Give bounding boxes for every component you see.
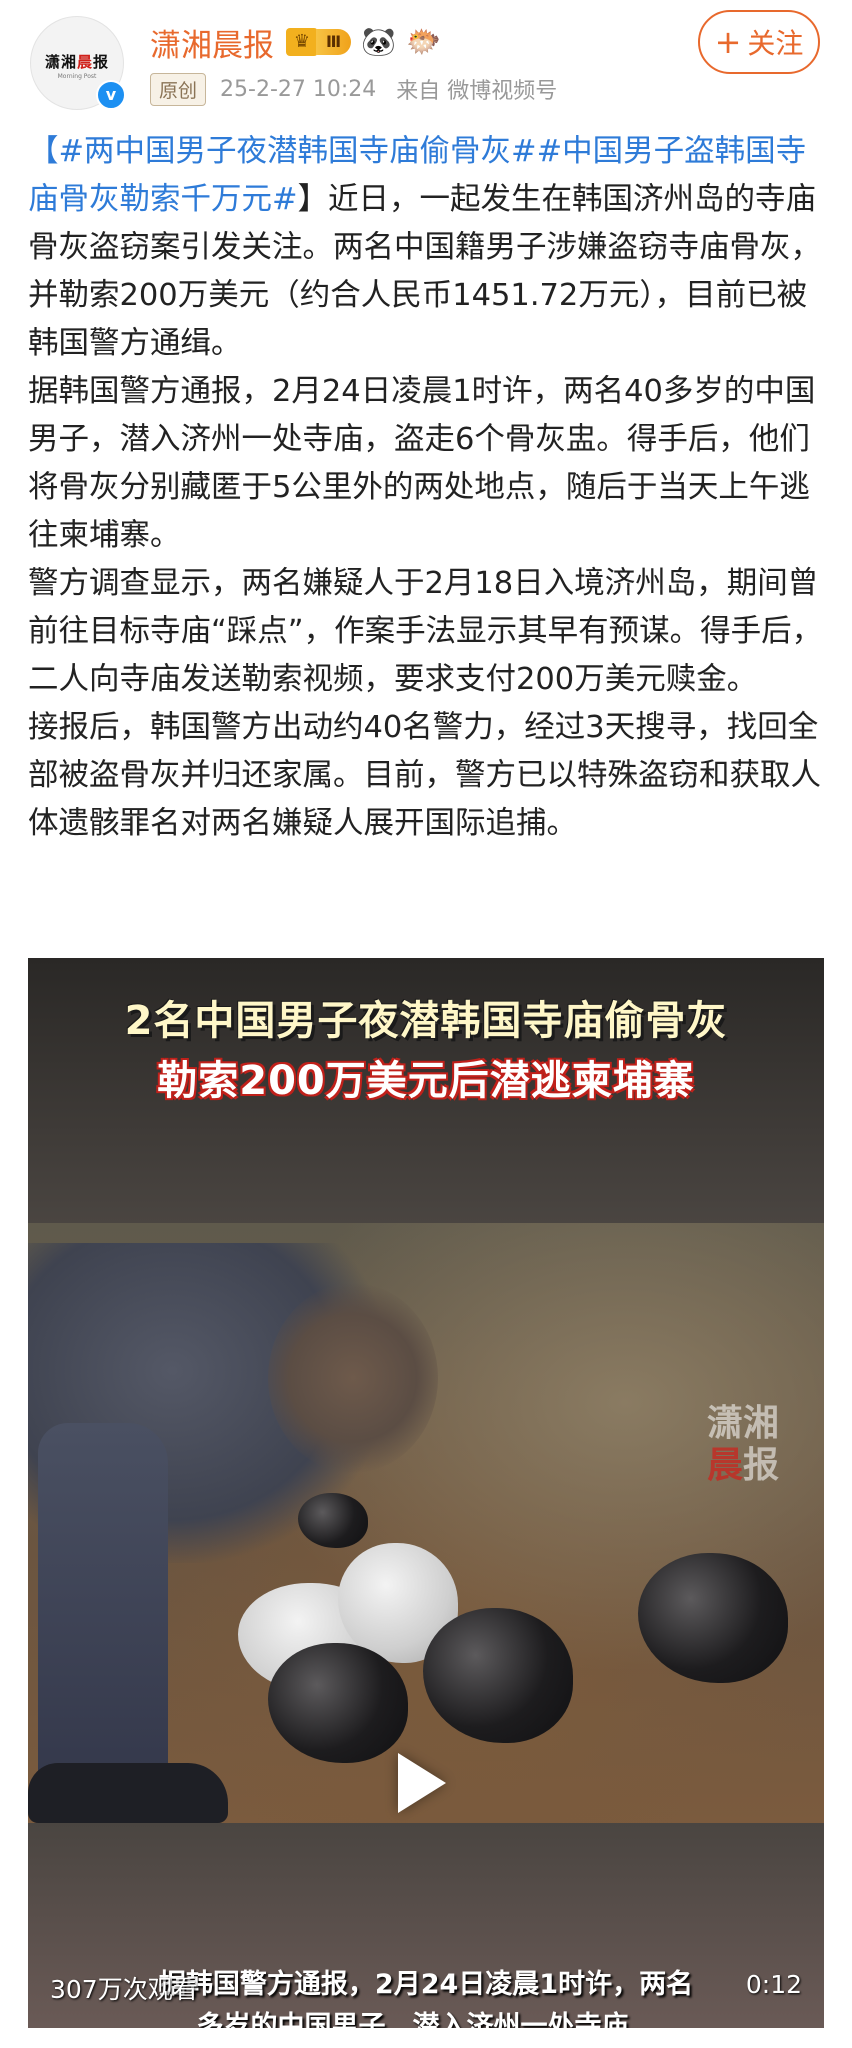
black-bag — [638, 1553, 788, 1683]
post-source[interactable]: 来自 微博视频号 — [396, 73, 557, 105]
username[interactable]: 潇湘晨报 — [150, 20, 274, 65]
vip-badge[interactable]: ♛ Ⅲ — [286, 26, 352, 58]
timestamp: 25-2-27 10:24 — [220, 76, 377, 102]
video-player[interactable]: 2名中国男子夜潜韩国寺庙偷骨灰 勒索200万美元后潜逃柬埔寨 潇湘 晨报 据韩国… — [28, 958, 824, 2028]
video-duration: 0:12 — [745, 1970, 802, 1999]
blurred-face — [268, 1283, 438, 1473]
vip-level: Ⅲ — [316, 29, 352, 55]
avatar-logo: 潇湘晨报 — [44, 53, 110, 71]
video-caption-area: 2名中国男子夜潜韩国寺庙偷骨灰 勒索200万美元后潜逃柬埔寨 — [28, 958, 824, 1223]
post-body: 【#两中国男子夜潜韩国寺庙偷骨灰##中国男子盗韩国寺庙骨灰勒索千万元#】近日，一… — [28, 128, 824, 848]
video-caption-line1: 2名中国男子夜潜韩国寺庙偷骨灰 — [124, 998, 728, 1044]
shoe — [28, 1763, 228, 1823]
avatar-logo-sub: Morning Post — [57, 73, 97, 80]
person-leg — [38, 1423, 168, 1803]
pufferfish-icon: 🐡 — [406, 25, 441, 58]
crown-icon: ♛ — [286, 28, 318, 56]
verified-icon: v — [96, 80, 126, 110]
paragraph-2: 据韩国警方通报，2月24日凌晨1时许，两名40多岁的中国男子，潜入济州一处寺庙，… — [28, 374, 816, 553]
follow-button[interactable]: + 关注 — [698, 10, 820, 74]
black-bag — [268, 1643, 408, 1763]
video-caption-line2: 勒索200万美元后潜逃柬埔寨 — [157, 1058, 695, 1104]
original-tag: 原创 — [150, 72, 207, 106]
follow-label: 关注 — [747, 27, 804, 60]
play-icon[interactable] — [398, 1753, 446, 1813]
meta-row: 原创 25-2-27 10:24 来自 微博视频号 — [150, 72, 557, 106]
view-count: 307万次观看 — [50, 1975, 198, 2004]
paragraph-1: 【#两中国男子夜潜韩国寺庙偷骨灰##中国男子盗韩国寺庙骨灰勒索千万元#】近日，一… — [28, 128, 824, 368]
panda-icon: 🐼 — [361, 25, 396, 58]
black-bag — [423, 1608, 573, 1743]
name-row: 潇湘晨报 ♛ Ⅲ 🐼 🐡 — [150, 20, 441, 65]
video-subtitle-line2: 多岁的中国男子，潜入济州一处寺庙， — [196, 2011, 656, 2028]
post-header: 潇湘晨报 Morning Post v 潇湘晨报 ♛ Ⅲ 🐼 🐡 原创 25-2… — [0, 0, 852, 120]
video-frame: 潇湘 晨报 — [28, 1223, 824, 1823]
black-bag — [298, 1493, 368, 1548]
video-watermark: 潇湘 晨报 — [706, 1403, 780, 1486]
paragraph-3: 警方调查显示，两名嫌疑人于2月18日入境济州岛，期间曾前往目标寺庙“踩点”，作案… — [28, 566, 823, 697]
paragraph-4: 接报后，韩国警方出动约40名警力，经过3天搜寻，找回全部被盗骨灰并归还家属。目前… — [28, 710, 821, 841]
plus-icon: + — [714, 23, 742, 61]
